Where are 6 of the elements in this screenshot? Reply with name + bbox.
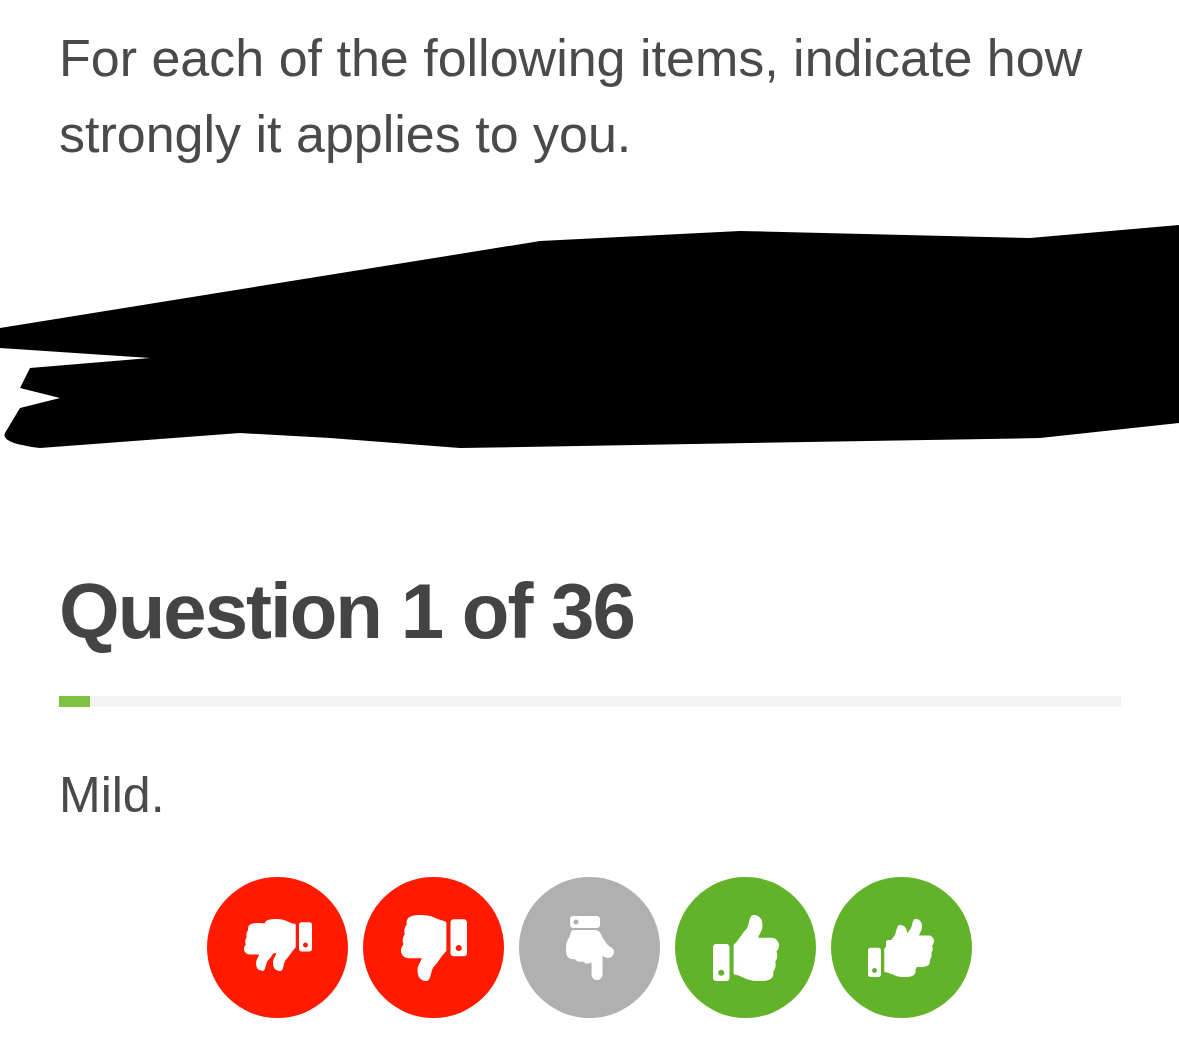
thumbs-up-icon [712,914,779,981]
instruction-text: For each of the following items, indicate how strongly it applies to you. [59,28,1084,165]
question-heading: Question 1 of 36 [59,566,635,656]
thumbs-down-icon [400,914,467,981]
question-statement: Mild. [59,766,166,825]
double-thumbs-up-icon [867,918,936,977]
